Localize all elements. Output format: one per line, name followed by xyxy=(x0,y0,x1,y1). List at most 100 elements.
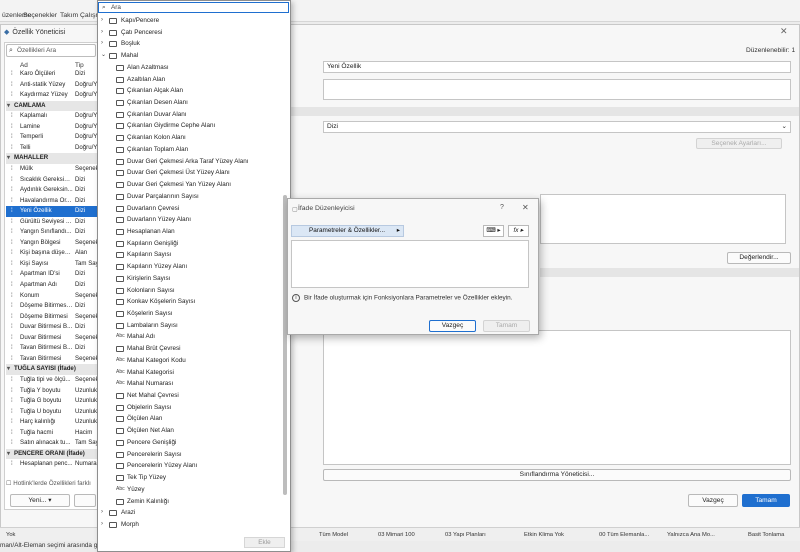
dialog-close-icon[interactable]: ✕ xyxy=(522,203,529,212)
property-row[interactable]: ⁞ Harç kalınlığı Uzunluk xyxy=(6,417,98,428)
property-row[interactable]: ⁞ Karo Ölçüleri Dizi xyxy=(6,69,98,80)
property-search-input[interactable]: ⌕ Özellikleri Ara xyxy=(6,44,96,57)
dropdown-item[interactable]: Mahal Brüt Çevresi xyxy=(109,343,287,355)
property-row[interactable]: ⁞ Kaydırmaz Yüzey Doğru/Y xyxy=(6,90,98,101)
property-name-field[interactable]: Yeni Özellik xyxy=(323,61,791,73)
property-row[interactable]: ⁞ Tuğla G boyutu Uzunluk xyxy=(6,396,98,407)
dropdown-item[interactable]: Konkav Köşelerin Sayısı xyxy=(109,296,287,308)
dropdown-search-input[interactable]: ⌕ Ara xyxy=(98,2,289,13)
property-row[interactable]: ⁞ Kaplamalı Doğru/Y xyxy=(6,111,98,122)
dropdown-item[interactable]: Duvar Geri Çekmesi Üst Yüzey Alanı xyxy=(109,167,287,179)
more-button[interactable] xyxy=(74,494,96,507)
menu-teamwork[interactable]: Takım Çalışm xyxy=(60,12,101,19)
property-row[interactable]: ⁞ Tuğla U boyutu Uzunluk xyxy=(6,407,98,418)
expression-text-area[interactable] xyxy=(291,240,529,288)
property-row[interactable]: ⁞ Döşeme Bitirmesi Seçenek xyxy=(6,312,98,323)
options-settings-button[interactable]: Seçenek Ayarları... xyxy=(696,138,782,149)
dropdown-category[interactable]: › Arazi xyxy=(101,507,287,519)
dropdown-item[interactable]: Duvar Parçalarının Sayısı xyxy=(109,191,287,203)
status-item-structure[interactable]: Yalnızca Ana Mo... xyxy=(667,532,715,538)
dropdown-item[interactable]: Çıkarılan Kolon Alanı xyxy=(109,132,287,144)
dropdown-item[interactable]: Çıkarılan Toplam Alan xyxy=(109,144,287,156)
type-select[interactable]: Dizi ⌄ xyxy=(323,121,791,133)
dropdown-category[interactable]: › Morph xyxy=(101,519,287,531)
dropdown-category[interactable]: › Çatı Penceresi xyxy=(101,27,287,39)
dropdown-item[interactable]: Net Mahal Çevresi xyxy=(109,390,287,402)
dropdown-item[interactable]: Abc Mahal Numarası xyxy=(109,378,287,390)
property-row[interactable]: ⁞ Konum Seçenek xyxy=(6,291,98,302)
dropdown-item[interactable]: Pencerelerin Yüzey Alanı xyxy=(109,460,287,472)
property-group-row[interactable]: ▾ PENCERE ORANI (İfade) xyxy=(6,448,98,460)
dropdown-item[interactable]: Zemin Kalınlığı xyxy=(109,496,287,508)
dropdown-category[interactable]: › Kapı/Pencere xyxy=(101,15,287,27)
col-name-header[interactable]: Ad xyxy=(20,62,28,69)
description-field[interactable] xyxy=(323,79,791,100)
dropdown-item[interactable]: Çıkarılan Duvar Alanı xyxy=(109,109,287,121)
status-item-renovation[interactable]: 00 Tüm Elemanla... xyxy=(599,532,649,538)
default-value-area[interactable] xyxy=(540,194,786,244)
status-item-layer[interactable]: Yok xyxy=(6,532,15,538)
property-row[interactable]: ⁞ Havalandırma Or... Dizi xyxy=(6,196,98,207)
cancel-button[interactable]: Vazgeç xyxy=(688,494,738,507)
dropdown-item[interactable]: Köşelerin Sayısı xyxy=(109,308,287,320)
dropdown-item[interactable]: Abc Yüzey xyxy=(109,484,287,496)
status-item-plan[interactable]: 03 Yapı Planları xyxy=(445,532,486,538)
menu-options[interactable]: Seçenekler xyxy=(23,12,57,19)
dialog-ok-button[interactable]: Tamam xyxy=(483,320,530,332)
dropdown-item[interactable]: Çıkarılan Giydirme Cephe Alanı xyxy=(109,120,287,132)
add-button[interactable]: Ekle xyxy=(244,537,285,548)
dropdown-item[interactable]: Kirişlerin Sayısı xyxy=(109,273,287,285)
dropdown-item[interactable]: Duvar Geri Çekmesi Arka Taraf Yüzey Alan… xyxy=(109,156,287,168)
property-row[interactable]: ⁞ Yeni Özellik Dizi xyxy=(6,206,98,217)
property-row[interactable]: ⁞ Kişi Sayısı Tam Say xyxy=(6,259,98,270)
hotlink-checkbox[interactable]: ☐ Hotlink'lerde Özellikleri farklı xyxy=(6,480,91,487)
property-row[interactable]: ⁞ Yangın Bölgesi Seçenek xyxy=(6,238,98,249)
property-row[interactable]: ⁞ Tuğla Y boyutu Uzunluk xyxy=(6,386,98,397)
help-icon[interactable]: ? xyxy=(500,204,504,211)
dropdown-category[interactable]: › Boşluk xyxy=(101,38,287,50)
dropdown-item[interactable]: Abc Mahal Kategori Kodu xyxy=(109,355,287,367)
dropdown-item[interactable]: Kolonların Sayısı xyxy=(109,285,287,297)
dropdown-item[interactable]: Abc Mahal Adı xyxy=(109,331,287,343)
property-row[interactable]: ⁞ Tavan Bitirmesi B... Dizi xyxy=(6,343,98,354)
property-row[interactable]: ⁞ Apartman ID'si Dizi xyxy=(6,269,98,280)
dropdown-category[interactable]: ⌄ Mahal xyxy=(101,50,287,62)
status-item-shading[interactable]: Basit Tonlama xyxy=(748,532,784,538)
property-row[interactable]: ⁞ Gürültü Seviyesi ... Dizi xyxy=(6,217,98,228)
dialog-cancel-button[interactable]: Vazgeç xyxy=(429,320,476,332)
dropdown-item[interactable]: Çıkarılan Alçak Alan xyxy=(109,85,287,97)
dropdown-item[interactable]: Tek Tip Yüzey xyxy=(109,472,287,484)
dropdown-item[interactable]: Abc Mahal Kategorisi xyxy=(109,367,287,379)
dropdown-item[interactable]: Pencerelerin Sayısı xyxy=(109,449,287,461)
classification-manager-button[interactable]: Sınıflandırma Yöneticisi... xyxy=(323,469,791,481)
property-row[interactable]: ⁞ Satın alınacak tu... Tam Say xyxy=(6,438,98,449)
dropdown-item[interactable]: Ölçülen Net Alan xyxy=(109,425,287,437)
property-row[interactable]: ⁞ Tuğla tipi ve ölçü... Seçenek xyxy=(6,375,98,386)
dropdown-item[interactable]: Lambaların Sayısı xyxy=(109,320,287,332)
dropdown-item[interactable]: Alan Azaltması xyxy=(109,62,287,74)
functions-button[interactable]: fx ▸ xyxy=(508,225,529,237)
status-item-pen[interactable]: 03 Mimari 100 xyxy=(378,532,415,538)
dropdown-item[interactable]: Objelerin Sayısı xyxy=(109,402,287,414)
property-row[interactable]: ⁞ Kişi başına düşen... Alan xyxy=(6,248,98,259)
property-row[interactable]: ⁞ Lamine Doğru/Y xyxy=(6,122,98,133)
col-type-header[interactable]: Tip xyxy=(75,62,84,69)
property-row[interactable]: ⁞ Duvar Bitirmesi Seçenek xyxy=(6,333,98,344)
ok-button[interactable]: Tamam xyxy=(742,494,790,507)
dropdown-item[interactable]: Duvarların Yüzey Alanı xyxy=(109,214,287,226)
dropdown-item[interactable]: Pencere Genişliği xyxy=(109,437,287,449)
dropdown-item[interactable]: Azaltılan Alan xyxy=(109,74,287,86)
property-row[interactable]: ⁞ Mülk Seçenek xyxy=(6,164,98,175)
property-row[interactable]: ⁞ Aydınlık Gereksin... Dizi xyxy=(6,185,98,196)
dropdown-item[interactable]: Çıkarılan Desen Alanı xyxy=(109,97,287,109)
status-item-mep[interactable]: Etkin Klima Yok xyxy=(524,532,564,538)
dropdown-item[interactable]: Duvar Geri Çekmesi Yan Yüzey Alanı xyxy=(109,179,287,191)
status-item-model[interactable]: Tüm Model xyxy=(319,532,348,538)
dropdown-item[interactable]: Ölçülen Alan xyxy=(109,413,287,425)
property-group-row[interactable]: ▾ CAMLAMA xyxy=(6,100,98,112)
property-group-row[interactable]: ▾ TUĞLA SAYISI (İfade) xyxy=(6,364,98,375)
dropdown-item[interactable]: Duvarların Çevresi xyxy=(109,203,287,215)
property-row[interactable]: ⁞ Sıcaklık Gereksini... Dizi xyxy=(6,175,98,186)
close-icon[interactable]: ✕ xyxy=(780,26,788,37)
property-row[interactable]: ⁞ Telli Doğru/Y xyxy=(6,143,98,154)
